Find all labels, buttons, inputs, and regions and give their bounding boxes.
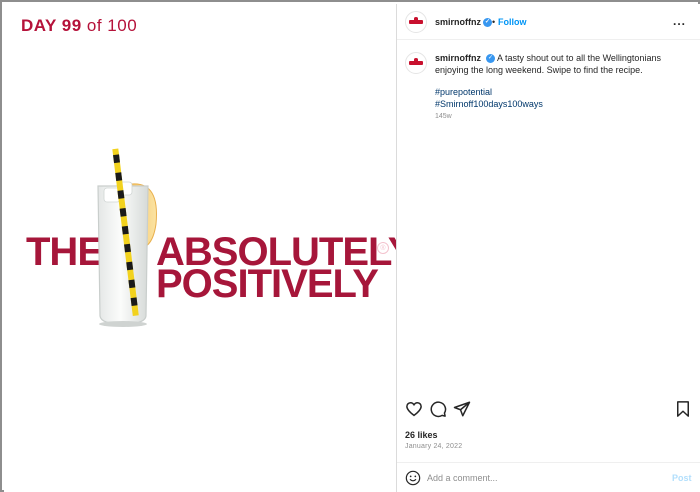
more-options-icon[interactable]: ... [673, 14, 686, 28]
header-separator: • [492, 17, 496, 27]
caption-age: 145w [435, 113, 452, 120]
registered-mark: ® [377, 242, 389, 254]
cocktail-glass-illustration [82, 144, 172, 334]
headline-positively: POSITIVELY [156, 262, 379, 306]
comment-input[interactable] [427, 469, 662, 487]
action-bar [397, 400, 700, 422]
day-counter-lead: DAY 99 [21, 16, 82, 35]
emoji-icon[interactable] [405, 470, 421, 486]
post-comment-button[interactable]: Post [672, 473, 692, 483]
glass-base [99, 321, 147, 327]
comment-icon[interactable] [429, 400, 447, 418]
caption-text: smirnoffnz ✓ A tasty shout out to all the… [435, 52, 690, 76]
day-counter-rest: of 100 [81, 16, 138, 35]
hashtag-list: #purepotential #Smirnoff100days100ways [435, 86, 543, 110]
day-counter: DAY 99 of 100 [21, 16, 137, 36]
header-username[interactable]: smirnoffnz ✓ [435, 17, 492, 28]
follow-button[interactable]: Follow [498, 17, 527, 27]
smirnoff-logo-bar [409, 61, 423, 65]
header-username-text[interactable]: smirnoffnz [435, 17, 481, 27]
likes-count[interactable]: 26 likes [405, 430, 438, 440]
hashtag-link[interactable]: #purepotential [435, 86, 543, 98]
caption-username[interactable]: smirnoffnz [435, 53, 481, 63]
post-side-panel: smirnoffnz ✓ • Follow ... smirnoffnz ✓ A t… [397, 4, 700, 492]
avatar[interactable] [405, 11, 427, 33]
caption-avatar[interactable] [405, 52, 427, 74]
smirnoff-logo-bar [409, 20, 423, 24]
verified-badge-icon: ✓ [486, 54, 495, 64]
share-icon[interactable] [453, 400, 471, 418]
post-date: January 24, 2022 [405, 443, 463, 450]
comment-bar: Post [397, 462, 700, 492]
instagram-post-window: DAY 99 of 100 THE ABSOLUTELY POSITIVELY … [0, 0, 700, 492]
cocktail-glass-svg [97, 148, 157, 327]
heart-icon[interactable] [405, 400, 423, 418]
verified-badge-icon: ✓ [483, 18, 492, 28]
hashtag-link[interactable]: #Smirnoff100days100ways [435, 98, 543, 110]
post-image[interactable]: DAY 99 of 100 THE ABSOLUTELY POSITIVELY … [4, 4, 396, 492]
post-header: smirnoffnz ✓ • Follow ... [397, 4, 700, 40]
bookmark-icon[interactable] [674, 400, 692, 418]
